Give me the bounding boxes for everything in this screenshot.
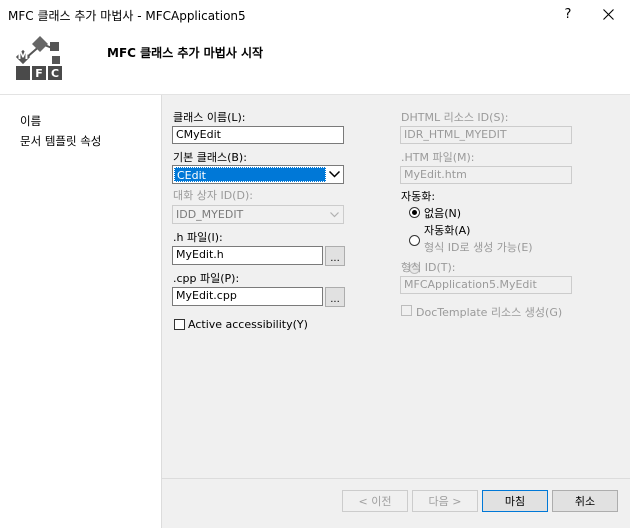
chevron-down-icon [326, 206, 343, 223]
dialog-id-combo: IDD_MYEDIT [172, 205, 344, 224]
active-accessibility-label[interactable]: Active accessibility(Y) [188, 318, 308, 331]
chevron-down-icon[interactable] [326, 166, 343, 183]
active-accessibility-checkbox[interactable] [174, 319, 185, 330]
radio-automation[interactable] [409, 235, 420, 246]
h-file-label: .h 파일(I): [173, 231, 223, 244]
window-title: MFC 클래스 추가 마법사 - MFCApplication5 [8, 9, 246, 23]
doctemplate-checkbox [401, 305, 412, 316]
logo-letter-m: M [17, 49, 29, 62]
doctemplate-label: DocTemplate 리소스 생성(G) [416, 306, 563, 319]
logo-letter-c: C [50, 67, 60, 80]
finish-button[interactable]: 마침 [482, 490, 548, 512]
h-file-browse-button[interactable]: ... [325, 246, 345, 266]
cpp-file-label: .cpp 파일(P): [173, 272, 240, 285]
sidebar-item-name[interactable]: 이름 [20, 113, 41, 129]
sidebar [0, 95, 161, 528]
base-class-combo[interactable]: CEdit [172, 165, 344, 184]
radio-automation-label[interactable]: 자동화(A) [424, 222, 470, 238]
dialog-id-value: IDD_MYEDIT [176, 208, 244, 221]
header-title: MFC 클래스 추가 마법사 시작 [107, 46, 264, 60]
type-id-label: 형식 ID(T): [401, 261, 456, 274]
base-class-value: CEdit [174, 167, 326, 182]
close-button[interactable] [585, 0, 630, 28]
prev-button: < 이전 [342, 490, 408, 512]
radio-none-label[interactable]: 없음(N) [424, 205, 461, 221]
mfc-logo: M F C [14, 34, 64, 82]
title-bar: MFC 클래스 추가 마법사 - MFCApplication5 ? [0, 0, 630, 28]
dialog-id-label: 대화 상자 ID(D): [173, 189, 253, 202]
wizard-header [0, 28, 630, 95]
htm-file-label: .HTM 파일(M): [401, 151, 475, 164]
next-button: 다음 > [412, 490, 478, 512]
footer-divider [162, 478, 630, 479]
type-id-input: MFCApplication5.MyEdit [400, 276, 572, 294]
cpp-file-browse-button[interactable]: ... [325, 287, 345, 307]
sidebar-item-doc-template[interactable]: 문서 템플릿 속성 [20, 133, 101, 149]
cancel-button[interactable]: 취소 [552, 490, 618, 512]
htm-file-input: MyEdit.htm [400, 166, 572, 184]
class-name-input[interactable]: CMyEdit [172, 126, 344, 144]
class-name-label: 클래스 이름(L): [173, 111, 246, 124]
automation-label: 자동화: [401, 190, 436, 203]
radio-creatable-label: 형식 ID로 생성 가능(E) [424, 241, 533, 254]
logo-letter-f: F [35, 67, 43, 80]
cpp-file-input[interactable]: MyEdit.cpp [172, 287, 323, 306]
close-icon [602, 8, 614, 20]
dhtml-id-input: IDR_HTML_MYEDIT [400, 126, 572, 144]
base-class-label: 기본 클래스(B): [173, 151, 247, 164]
h-file-input[interactable]: MyEdit.h [172, 246, 323, 265]
dhtml-id-label: DHTML 리소스 ID(S): [401, 111, 509, 124]
radio-none[interactable] [409, 207, 420, 218]
